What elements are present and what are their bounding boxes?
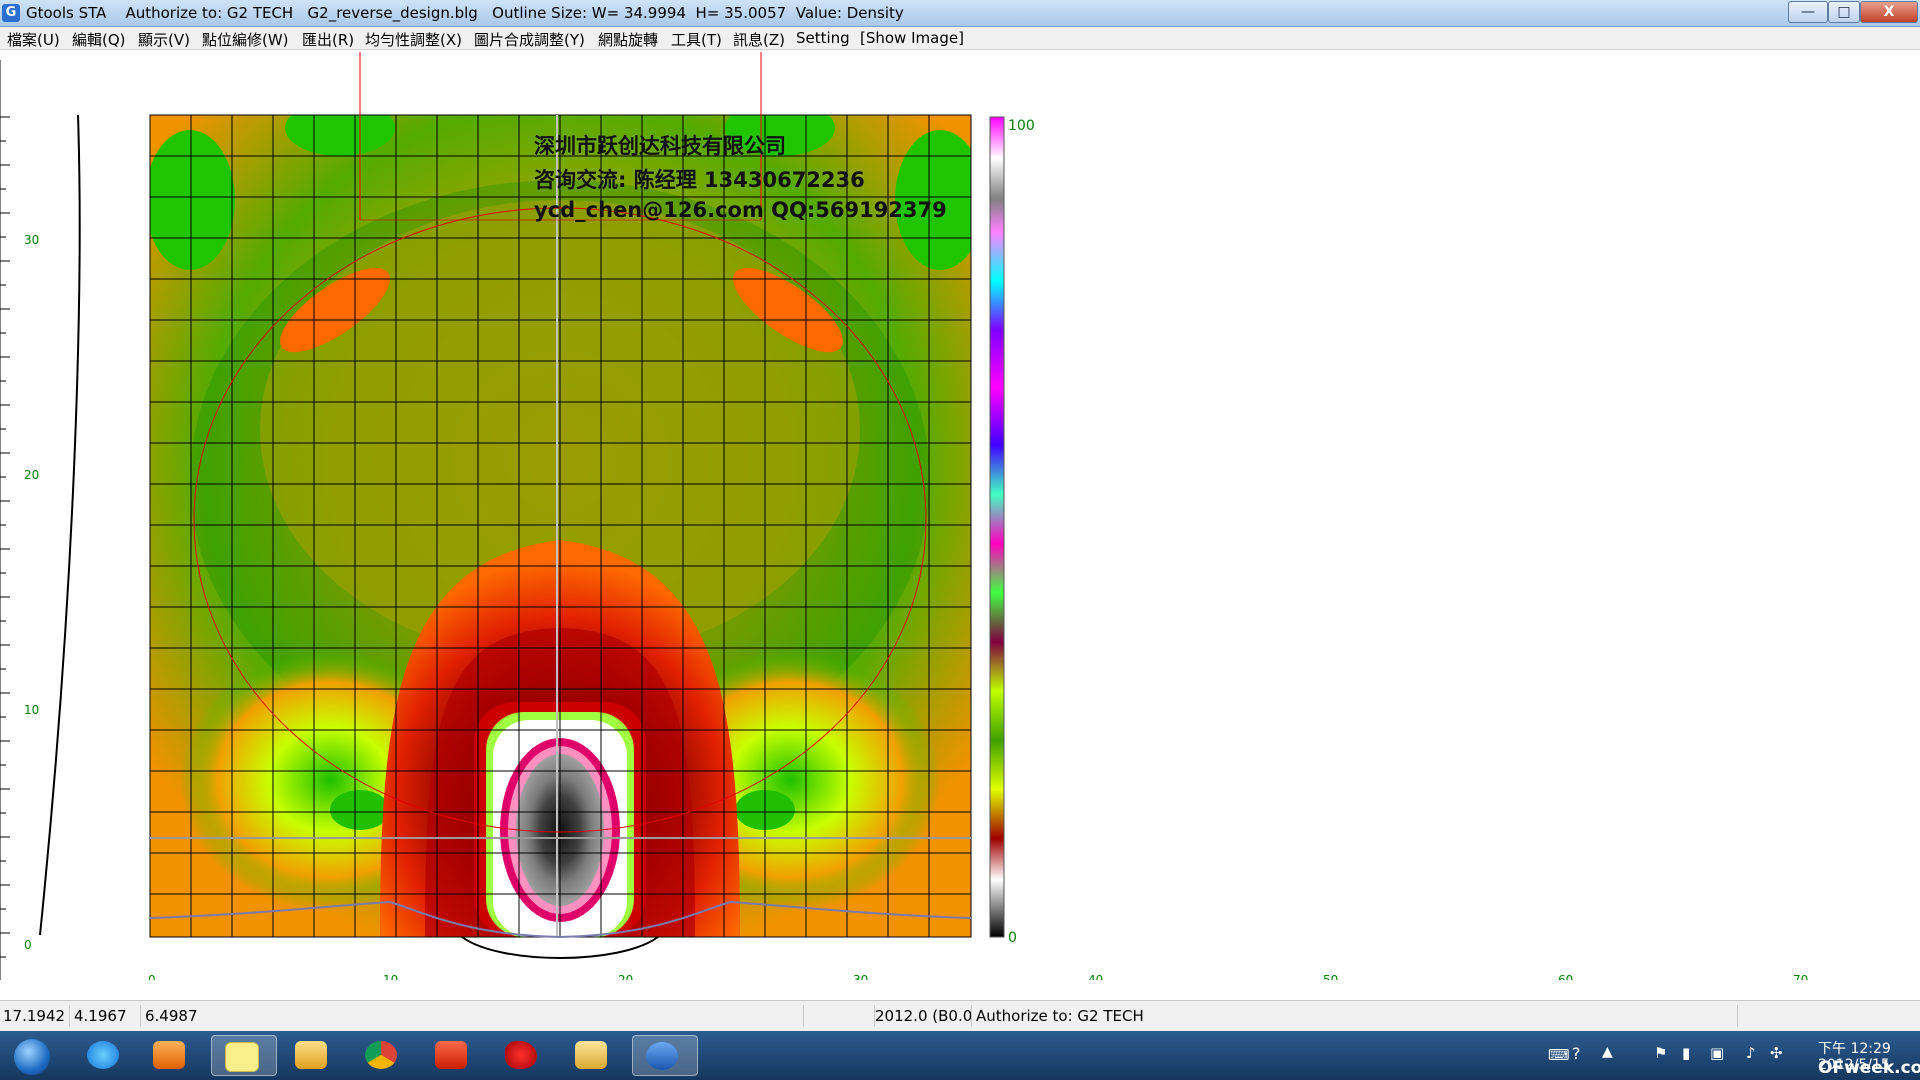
authorize-label: Authorize to: G2 TECH	[125, 4, 294, 22]
gtools-icon	[646, 1042, 678, 1070]
folder-icon	[575, 1041, 607, 1069]
window-title: Gtools STA Authorize to: G2 TECH G2_reve…	[26, 4, 904, 22]
taskbar-acrobat[interactable]	[422, 1035, 480, 1076]
y-tick-0: 0	[24, 938, 32, 952]
network-icon[interactable]: ▣	[1710, 1044, 1724, 1062]
keyboard-icon[interactable]: ⌨	[1548, 1046, 1570, 1064]
status-bar: 17.1942 4.1967 6.4987 2012.0 (B0.0) Auth…	[0, 1000, 1920, 1031]
watermark-company: 深圳市跃创达科技有限公司	[534, 134, 786, 158]
watermark-email-qq: ycd_chen@126.com QQ:569192379	[534, 198, 947, 222]
taskbar-explorer[interactable]	[562, 1035, 620, 1076]
menu-image-compose[interactable]: 圖片合成調整(Y)	[474, 29, 585, 50]
action-center-icon[interactable]: ⚑	[1654, 1044, 1667, 1062]
chrome-icon	[365, 1041, 397, 1069]
horizontal-ruler: 0 10 20 30 40 50 60 70	[148, 973, 1808, 980]
x-tick-0: 0	[148, 973, 156, 980]
start-orb-icon	[14, 1039, 50, 1075]
x-tick-10: 10	[383, 973, 398, 980]
status-empty	[805, 1005, 875, 1027]
minimize-button[interactable]: —	[1788, 1, 1828, 23]
menu-uniformity[interactable]: 均勻性調整(X)	[365, 29, 462, 50]
sticky-notes-icon	[225, 1042, 259, 1072]
x-tick-40: 40	[1088, 973, 1103, 980]
file-name: G2_reverse_design.blg	[307, 4, 478, 22]
menu-bar: 檔案(U) 編輯(Q) 顯示(V) 點位編修(W) 匯出(R) 均勻性調整(X)…	[0, 27, 1920, 50]
contacts-icon	[295, 1041, 327, 1069]
status-value: 6.4987	[142, 1005, 804, 1027]
taskbar-chrome[interactable]	[352, 1035, 410, 1076]
value-label: Value: Density	[795, 4, 904, 22]
x-tick-70: 70	[1793, 973, 1808, 980]
menu-export[interactable]: 匯出(R)	[302, 29, 354, 50]
taskbar-media-player[interactable]	[140, 1035, 198, 1076]
density-map-svg[interactable]: 30 20 10 0 100 0 0 10 20 30 40 50 60 70	[0, 50, 1920, 980]
menu-edit[interactable]: 編輯(Q)	[72, 29, 126, 50]
outline-size: Outline Size: W= 34.9994 H= 35.0057	[492, 4, 787, 22]
menu-file[interactable]: 檔案(U)	[7, 29, 60, 50]
menu-setting[interactable]: Setting	[796, 29, 850, 47]
power-icon[interactable]: ✣	[1770, 1044, 1783, 1062]
vertical-profile-curve	[39, 114, 81, 936]
menu-point-edit[interactable]: 點位編修(W)	[202, 29, 289, 50]
start-button[interactable]	[4, 1035, 60, 1076]
menu-info[interactable]: 訊息(Z)	[733, 29, 785, 50]
paint-splat-icon	[505, 1041, 537, 1069]
site-watermark: OFweek.com	[1818, 1058, 1920, 1078]
taskbar-contacts[interactable]	[282, 1035, 340, 1076]
watermark-contact: 咨询交流: 陈经理 13430672236	[534, 168, 865, 192]
density-map	[150, 115, 971, 937]
x-tick-60: 60	[1558, 973, 1573, 980]
status-x-coord: 17.1942	[0, 1005, 70, 1027]
help-icon[interactable]: ?	[1572, 1044, 1581, 1063]
colorbar-max-label: 100	[1008, 118, 1035, 134]
ie-icon	[87, 1041, 119, 1069]
title-bar: G Gtools STA Authorize to: G2 TECH G2_re…	[0, 0, 1920, 27]
menu-tools[interactable]: 工具(T)	[671, 29, 722, 50]
status-authorize: Authorize to: G2 TECH	[973, 1005, 1738, 1027]
taskbar-gtools[interactable]	[632, 1035, 698, 1076]
app-name: Gtools STA	[26, 4, 107, 22]
y-tick-20: 20	[24, 468, 39, 482]
status-version: 2012.0 (B0.0)	[872, 1005, 972, 1027]
status-y-coord: 4.1967	[71, 1005, 141, 1027]
y-tick-10: 10	[24, 703, 39, 717]
acrobat-icon	[435, 1041, 467, 1069]
gtools-app-icon[interactable]: G	[2, 4, 20, 22]
vertical-ruler: 30 20 10 0	[0, 60, 39, 980]
y-tick-30: 30	[24, 233, 39, 247]
taskbar-ie[interactable]	[74, 1035, 132, 1076]
maximize-button[interactable]: □	[1828, 1, 1860, 23]
taskbar-sticky-notes[interactable]	[211, 1035, 277, 1076]
menu-view[interactable]: 顯示(V)	[138, 29, 190, 50]
battery-icon[interactable]: ▮	[1682, 1044, 1690, 1062]
taskbar: ⌨ ? ▲ ⚑ ▮ ▣ ♪ ✣ 下午 12:29 2012/5/15 OFwee…	[0, 1031, 1920, 1080]
x-tick-50: 50	[1323, 973, 1338, 980]
bottom-arc	[461, 936, 659, 959]
media-player-icon	[153, 1041, 185, 1069]
x-tick-20: 20	[618, 973, 633, 980]
close-button[interactable]: X	[1860, 1, 1918, 23]
density-canvas[interactable]: 30 20 10 0 100 0 0 10 20 30 40 50 60 70 …	[0, 50, 1920, 980]
menu-dot-rotate[interactable]: 網點旋轉	[598, 29, 658, 50]
show-hidden-icons[interactable]: ▲	[1602, 1044, 1613, 1060]
taskbar-paint[interactable]	[492, 1035, 550, 1076]
status-extra	[1739, 1005, 1920, 1027]
menu-show-image[interactable]: [Show Image]	[860, 29, 964, 47]
color-scale-bar	[989, 116, 1005, 938]
clock-time[interactable]: 下午 12:29	[1818, 1038, 1891, 1058]
x-tick-30: 30	[853, 973, 868, 980]
colorbar-min-label: 0	[1008, 930, 1017, 946]
volume-icon[interactable]: ♪	[1746, 1044, 1756, 1062]
